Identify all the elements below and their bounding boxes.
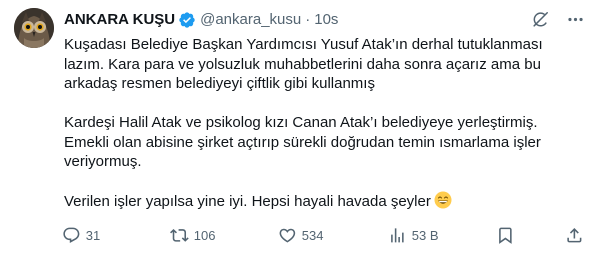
tweet-paragraph-1: Kuşadası Belediye Başkan Yardımcısı Yusu…: [64, 36, 543, 92]
tweet-text: Kuşadası Belediye Başkan Yardımcısı Yusu…: [64, 35, 584, 215]
heart-icon: [279, 228, 296, 243]
timestamp[interactable]: 10s: [314, 10, 338, 30]
share-button[interactable]: [565, 226, 584, 245]
author-name[interactable]: ANKARA KUŞU: [64, 10, 175, 30]
grinning-smiling-eyes-emoji-icon: [434, 191, 452, 215]
tweet-top-actions: [531, 10, 585, 29]
views-button[interactable]: 53 B: [388, 226, 496, 245]
repost-button[interactable]: 106: [170, 226, 278, 245]
like-count: 534: [301, 227, 324, 243]
bookmark-icon: [499, 227, 512, 244]
tweet: ANKARA KUŞU @ankara_kusu · 10s Kuşadası …: [0, 0, 599, 259]
reply-count: 31: [85, 227, 101, 243]
tweet-header: ANKARA KUŞU @ankara_kusu · 10s: [64, 10, 338, 30]
grok-icon[interactable]: [531, 10, 550, 29]
tweet-actions-bar: 31 106 534 53 B: [62, 226, 584, 245]
tweet-paragraph-2: Kardeşi Halil Atak ve psikolog kızı Cana…: [64, 114, 541, 170]
views-chart-icon: [391, 228, 404, 243]
reply-icon: [63, 227, 80, 243]
repost-icon: [170, 229, 189, 242]
owl-avatar-image: [14, 8, 54, 48]
separator-dot: ·: [305, 11, 311, 28]
tweet-paragraph-3-text: Verilen işler yapılsa yine iyi. Hepsi ha…: [64, 193, 431, 210]
share-icon: [567, 228, 582, 243]
author-handle[interactable]: @ankara_kusu: [200, 10, 301, 30]
reply-button[interactable]: 31: [62, 226, 170, 245]
verified-badge-icon: [178, 11, 196, 29]
more-horizontal-icon[interactable]: [566, 10, 585, 29]
repost-count: 106: [193, 227, 216, 243]
avatar[interactable]: [14, 8, 54, 48]
like-button[interactable]: 534: [278, 226, 388, 245]
views-count: 53 B: [411, 227, 439, 243]
tweet-paragraph-3: Verilen işler yapılsa yine iyi. Hepsi ha…: [64, 191, 584, 215]
bookmark-button[interactable]: [496, 226, 536, 245]
